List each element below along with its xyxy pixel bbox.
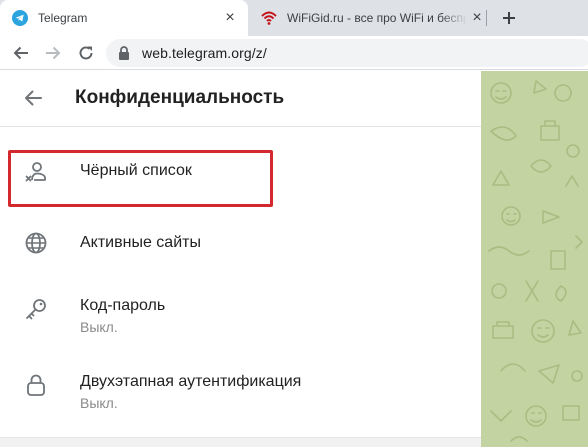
panel-header: Конфиденциальность xyxy=(0,71,481,127)
browser-toolbar: web.telegram.org/z/ xyxy=(0,36,588,70)
lock-icon xyxy=(27,374,45,396)
tab-close-icon[interactable]: × xyxy=(467,8,487,28)
tab-title: Telegram xyxy=(38,11,88,25)
menu-item-label: Код-пароль xyxy=(80,297,166,314)
url-text: web.telegram.org/z/ xyxy=(142,45,267,61)
tab-wifigid[interactable]: WiFiGid.ru - все про WiFi и беспроводные… xyxy=(249,0,495,36)
telegram-favicon-icon xyxy=(12,10,28,26)
lock-icon xyxy=(119,46,129,60)
menu-item-active-sites[interactable]: Активные сайты xyxy=(0,223,481,279)
menu-item-label: Активные сайты xyxy=(80,234,201,251)
blocked-user-icon xyxy=(25,162,46,182)
forward-button[interactable] xyxy=(41,41,65,65)
chat-wallpaper xyxy=(481,71,588,447)
arrow-right-icon xyxy=(46,46,61,60)
arrow-left-icon xyxy=(13,46,28,60)
menu-item-blocked-users[interactable]: Чёрный список xyxy=(0,151,481,207)
browser-tab-strip: Telegram × WiFiGid.ru - все про WiFi и б… xyxy=(0,0,588,36)
new-tab-button[interactable] xyxy=(497,6,521,30)
tab-title: WiFiGid.ru - все про WiFi и беспроводные… xyxy=(287,11,467,25)
tab-divider xyxy=(486,10,487,26)
plus-icon xyxy=(503,12,515,24)
page-title: Конфиденциальность xyxy=(75,87,285,108)
doodle-pattern xyxy=(488,80,583,442)
menu-item-passcode[interactable]: Код-пароль Выкл. xyxy=(0,289,481,351)
privacy-settings-panel: Конфиденциальность Чёрный список Активны… xyxy=(0,71,481,447)
menu-item-status: Выкл. xyxy=(80,395,118,411)
menu-item-status: Выкл. xyxy=(80,319,118,335)
reload-button[interactable] xyxy=(74,41,98,65)
key-icon xyxy=(26,299,46,320)
tab-telegram[interactable]: Telegram × xyxy=(0,0,248,36)
reload-icon xyxy=(79,46,93,60)
back-arrow-icon[interactable] xyxy=(22,87,44,109)
wifi-favicon-icon xyxy=(261,11,277,25)
menu-item-label: Двухэтапная аутентификация xyxy=(80,373,302,390)
menu-item-label: Чёрный список xyxy=(80,162,192,179)
back-button[interactable] xyxy=(9,41,33,65)
globe-icon xyxy=(25,232,47,254)
menu-item-two-step[interactable]: Двухэтапная аутентификация Выкл. xyxy=(0,365,481,427)
address-bar[interactable]: web.telegram.org/z/ xyxy=(106,39,588,67)
panel-bottom-edge xyxy=(0,437,481,447)
tab-close-icon[interactable]: × xyxy=(220,8,240,28)
